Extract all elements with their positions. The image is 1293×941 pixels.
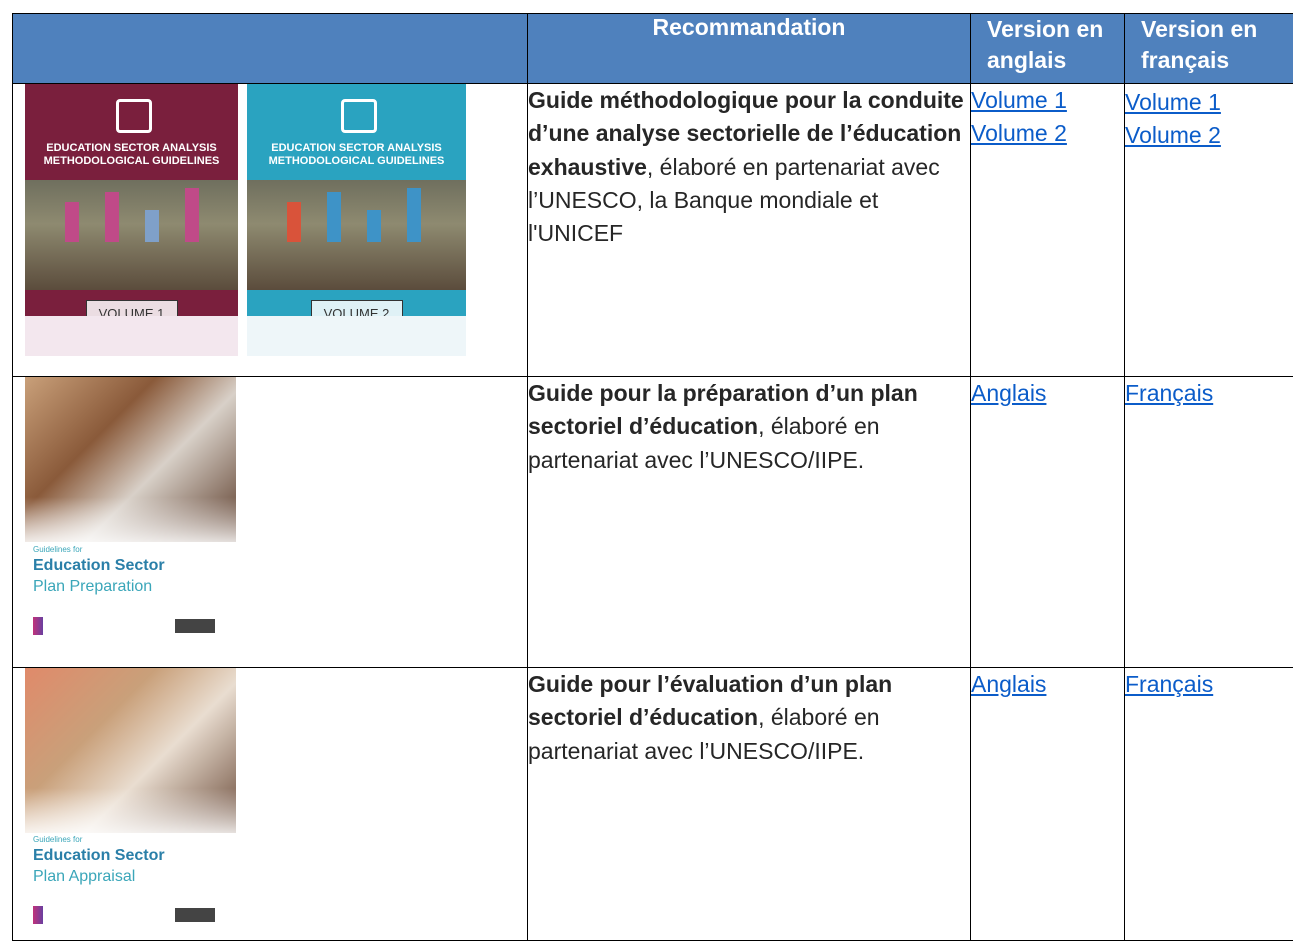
english-link[interactable]: Anglais [971,377,1124,410]
cover-photo [25,180,238,290]
cover-image-volume-2: EDUCATION SECTOR ANALYSIS METHODOLOGICAL… [247,84,466,356]
header-blank [13,14,528,84]
french-volume-1-link[interactable]: Volume 1 [1125,86,1293,119]
gpe-logo [33,617,43,635]
cover-small-title: Guidelines for [33,545,82,554]
cover-subtitle: Plan Preparation [33,578,152,596]
english-links: Anglais [971,668,1125,941]
cover-subtitle: Plan Appraisal [33,868,135,886]
cover-big-title: Education Sector [33,847,165,865]
english-links: Anglais [971,377,1125,668]
book-icon [341,99,377,133]
recommendation-text: Guide méthodologique pour la conduite d’… [528,84,971,377]
header-row: Recommandation Version en anglais Versio… [13,14,1293,84]
cover-image-volume-1: EDUCATION SECTOR ANALYSIS METHODOLOGICAL… [25,84,238,356]
logo-strip [25,316,238,356]
cover-image-plan-preparation: Guidelines for Education Sector Plan Pre… [25,377,236,647]
header-french: Version en français [1125,14,1293,84]
french-links: Volume 1 Volume 2 [1125,84,1293,377]
cover-cell: EDUCATION SECTOR ANALYSIS METHODOLOGICAL… [13,84,528,377]
header-english: Version en anglais [971,14,1125,84]
logo-strip [247,316,466,356]
cover-cell: Guidelines for Education Sector Plan App… [13,668,528,941]
english-volume-1-link[interactable]: Volume 1 [971,84,1124,117]
french-link[interactable]: Français [1125,377,1293,410]
cover-big-title: Education Sector [33,557,165,575]
table-row: EDUCATION SECTOR ANALYSIS METHODOLOGICAL… [13,84,1293,377]
english-link[interactable]: Anglais [971,668,1124,701]
recommendation-text: Guide pour la préparation d’un plan sect… [528,377,971,668]
cover-photo [247,180,466,290]
guides-table: Recommandation Version en anglais Versio… [12,13,1293,941]
unesco-logo [175,619,215,633]
recommendation-text: Guide pour l’évaluation d’un plan sector… [528,668,971,941]
table-row: Guidelines for Education Sector Plan Pre… [13,377,1293,668]
cover-small-title: Guidelines for [33,835,82,844]
header-recommendation: Recommandation [528,14,971,84]
french-links: Français [1125,377,1293,668]
english-volume-2-link[interactable]: Volume 2 [971,117,1124,150]
table-row: Guidelines for Education Sector Plan App… [13,668,1293,941]
gpe-logo [33,906,43,924]
book-icon [116,99,152,133]
cover-cell: Guidelines for Education Sector Plan Pre… [13,377,528,668]
english-links: Volume 1 Volume 2 [971,84,1125,377]
cover-image-plan-appraisal: Guidelines for Education Sector Plan App… [25,668,236,934]
cover-title: EDUCATION SECTOR ANALYSIS METHODOLOGICAL… [247,142,466,168]
french-link[interactable]: Français [1125,668,1293,701]
french-volume-2-link[interactable]: Volume 2 [1125,119,1293,152]
cover-title: EDUCATION SECTOR ANALYSIS METHODOLOGICAL… [25,142,238,168]
unesco-logo [175,908,215,922]
french-links: Français [1125,668,1293,941]
